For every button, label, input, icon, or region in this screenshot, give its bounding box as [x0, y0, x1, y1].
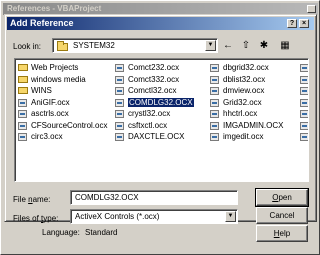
ocx-file-icon — [300, 75, 308, 84]
folder-icon — [18, 87, 28, 94]
file-column-1: Web Projects windows media WINS AniGIF.o… — [16, 62, 107, 143]
list-item[interactable]: crystl32.ocx — [113, 108, 194, 120]
list-item[interactable]: circ3.ocx — [16, 131, 107, 143]
outer-close-button[interactable] — [307, 5, 316, 13]
ocx-file-icon — [18, 121, 27, 130]
dialog-title: Add Reference — [7, 17, 314, 30]
folder-icon — [18, 64, 28, 71]
list-item[interactable]: CFSourceControl.ocx — [16, 120, 107, 132]
new-folder-icon: ✱ — [259, 40, 269, 51]
view-menu-button[interactable]: ▦ — [275, 38, 295, 53]
ocx-file-icon — [300, 87, 308, 95]
list-item[interactable] — [298, 85, 308, 97]
folder-icon — [57, 41, 68, 51]
list-item[interactable]: dmview.ocx — [208, 85, 283, 97]
dialog-close-button[interactable]: × — [299, 19, 309, 28]
file-column-3: dbgrid32.ocx dblist32.ocx dmview.ocx Gri… — [208, 62, 283, 143]
list-item[interactable] — [298, 120, 308, 132]
cancel-button[interactable]: Cancel — [256, 207, 308, 224]
list-item[interactable]: dblist32.ocx — [208, 74, 283, 86]
chevron-down-icon[interactable]: ▼ — [205, 40, 216, 51]
new-folder-button[interactable]: ✱ — [256, 38, 272, 53]
ocx-file-icon — [18, 110, 27, 118]
up-folder-icon: ⇧ — [241, 40, 251, 51]
ocx-file-icon — [115, 64, 124, 72]
list-item[interactable]: hhctrl.ocx — [208, 108, 283, 120]
list-item[interactable]: Grid32.ocx — [208, 97, 283, 109]
list-item[interactable]: imgedit.ocx — [208, 131, 283, 143]
ocx-file-icon — [300, 110, 308, 118]
add-reference-dialog: Add Reference ? × Look in: SYSTEM32 ▼ ← … — [4, 14, 317, 242]
up-folder-button[interactable]: ⇧ — [238, 38, 254, 53]
file-type-label: Files of type: — [13, 214, 59, 223]
list-item[interactable]: WINS — [16, 85, 107, 97]
ocx-file-icon — [18, 98, 27, 107]
language-value: Standard — [85, 228, 118, 237]
file-name-input[interactable]: COMDLG32.OCX — [70, 190, 238, 205]
list-item[interactable]: Comct232.ocx — [113, 62, 194, 74]
language-label: Language: — [42, 228, 80, 237]
list-item[interactable] — [298, 74, 308, 86]
list-item[interactable]: Web Projects — [16, 62, 107, 74]
help-button[interactable]: Help — [256, 225, 308, 242]
list-item[interactable] — [298, 97, 308, 109]
dialog-help-button[interactable]: ? — [287, 19, 297, 28]
back-icon: ← — [223, 40, 233, 51]
ocx-file-icon — [210, 98, 219, 107]
list-item[interactable]: csftxctl.ocx — [113, 120, 194, 132]
folder-icon — [18, 75, 28, 83]
ocx-file-icon — [115, 75, 124, 84]
ocx-file-icon — [300, 64, 308, 72]
back-button[interactable]: ← — [220, 38, 236, 53]
view-menu-icon: ▦ — [280, 40, 290, 51]
ocx-file-icon — [115, 121, 124, 130]
list-item-selected[interactable]: COMDLG32.OCX — [113, 96, 195, 109]
ocx-file-icon — [210, 121, 219, 130]
look-in-combo[interactable]: SYSTEM32 ▼ — [52, 38, 218, 53]
list-item[interactable]: AniGIF.ocx — [16, 97, 107, 109]
ocx-file-icon — [18, 133, 27, 141]
file-column-2: Comct232.ocx Comct332.ocx Comctl32.ocx C… — [113, 62, 195, 143]
chevron-down-icon[interactable]: ▼ — [225, 211, 236, 222]
look-in-value: SYSTEM32 — [73, 41, 115, 50]
ocx-file-icon — [115, 133, 124, 141]
ocx-file-icon — [210, 110, 219, 118]
ocx-file-icon — [210, 87, 219, 95]
list-item[interactable] — [298, 131, 308, 143]
file-name-label: File name: — [13, 195, 51, 204]
ocx-file-icon — [115, 110, 124, 118]
list-item[interactable]: Comctl32.ocx — [113, 85, 194, 97]
file-list[interactable]: Web Projects windows media WINS AniGIF.o… — [14, 58, 309, 182]
file-type-value: ActiveX Controls (*.ocx) — [75, 212, 160, 221]
list-item[interactable]: dbgrid32.ocx — [208, 62, 283, 74]
ocx-file-icon — [115, 87, 124, 95]
list-item[interactable] — [298, 108, 308, 120]
list-item[interactable] — [298, 62, 308, 74]
look-in-label: Look in: — [13, 42, 42, 51]
list-item[interactable]: windows media — [16, 74, 107, 86]
ocx-file-icon — [300, 133, 308, 141]
list-item[interactable]: asctrls.ocx — [16, 108, 107, 120]
list-item[interactable]: IMGADMIN.OCX — [208, 120, 283, 132]
file-column-4 — [298, 62, 308, 143]
ocx-file-icon — [115, 98, 124, 107]
file-type-combo[interactable]: ActiveX Controls (*.ocx) ▼ — [70, 209, 238, 224]
ocx-file-icon — [210, 133, 219, 141]
open-button[interactable]: Open — [255, 188, 309, 207]
list-item[interactable]: DAXCTLE.OCX — [113, 131, 194, 143]
ocx-file-icon — [210, 64, 219, 72]
ocx-file-icon — [300, 98, 308, 107]
list-item[interactable]: Comct332.ocx — [113, 74, 194, 86]
ocx-file-icon — [210, 75, 219, 84]
ocx-file-icon — [300, 121, 308, 130]
